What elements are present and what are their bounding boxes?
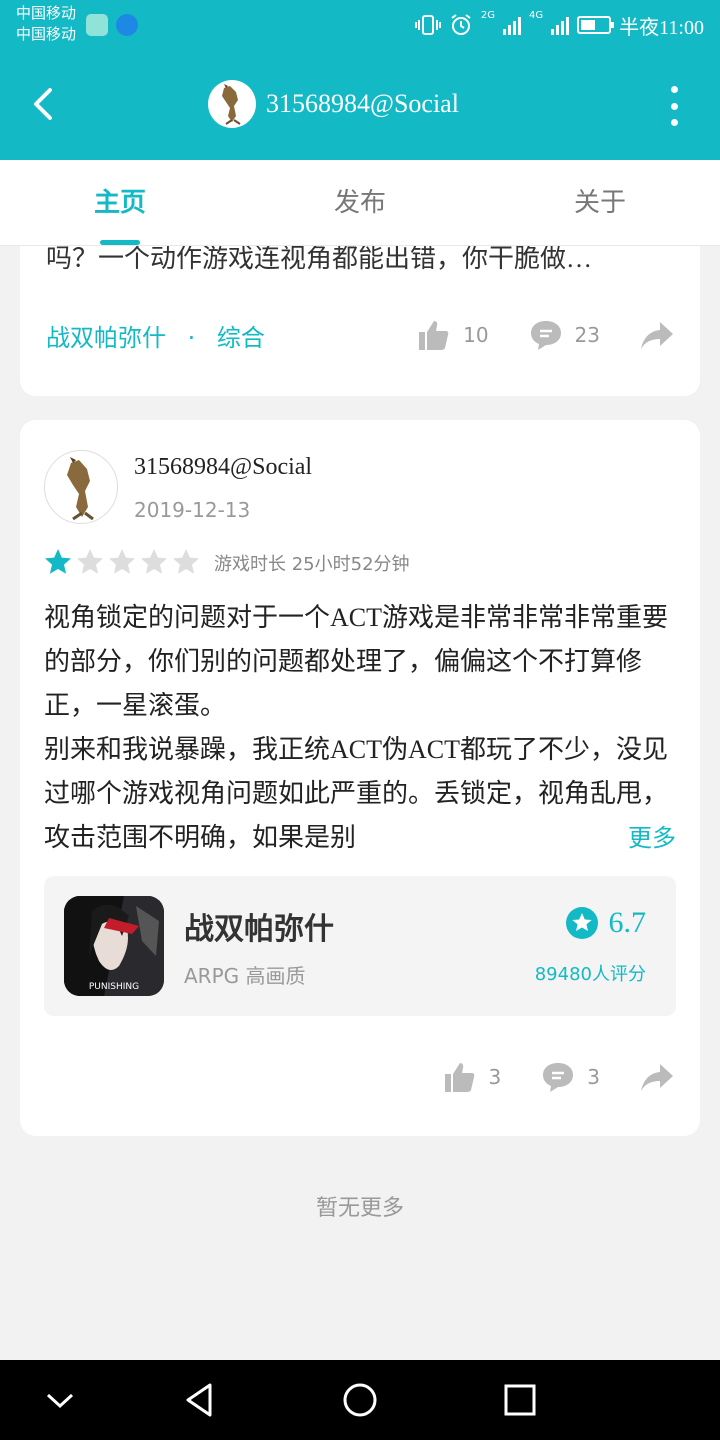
comment-icon[interactable]	[541, 1060, 575, 1094]
tab-home[interactable]: 主页	[0, 160, 240, 245]
battery-icon	[577, 16, 615, 34]
vibrate-icon	[414, 15, 441, 35]
game-name-link[interactable]: 战双帕弥什	[46, 324, 166, 352]
game-card[interactable]: PUNISHING 战双帕弥什 ARPG 高画质 6.7 89480人评分	[44, 876, 676, 1016]
game-name[interactable]: 战双帕弥什	[184, 904, 334, 948]
like-count: 3	[488, 1065, 502, 1089]
share-icon[interactable]	[640, 318, 674, 352]
page-title: 31568984@Social	[266, 89, 459, 118]
star-empty-icon	[77, 549, 103, 574]
nav-back-icon[interactable]	[180, 1380, 220, 1420]
star-empty-icon	[141, 549, 167, 574]
star-filled-icon	[45, 549, 71, 574]
tab-posts[interactable]: 发布	[240, 160, 480, 245]
carrier-label-1: 中国移动	[16, 4, 77, 22]
game-rating: 6.7	[565, 906, 647, 940]
clock: 半夜11:00	[619, 16, 704, 39]
author-avatar[interactable]	[44, 450, 118, 524]
review-card[interactable]: 31568984@Social 2019-12-13 游戏时长 25小时52分钟…	[20, 420, 700, 1136]
back-icon[interactable]	[24, 82, 68, 126]
post-actions: 10 23	[417, 318, 674, 352]
like-icon[interactable]	[417, 318, 451, 352]
author-name[interactable]: 31568984@Social	[134, 454, 312, 481]
horse-avatar-icon	[222, 84, 241, 125]
network-type-1: 2G	[480, 10, 496, 21]
comment-count: 3	[587, 1065, 600, 1089]
game-category-link[interactable]: 战双帕弥什 · 综合	[46, 318, 265, 353]
app-bar: 31568984@Social	[0, 52, 720, 160]
horse-avatar-icon	[67, 457, 94, 521]
shield-icon	[116, 14, 138, 36]
comment-count: 23	[574, 323, 600, 347]
no-more-label: 暂无更多	[315, 1196, 404, 1221]
review-text[interactable]: 视角锁定的问题对于一个ACT游戏是非常非常非常重要的部分，你们别的问题都处理了，…	[44, 596, 678, 860]
star-rating	[44, 548, 200, 576]
tag-separator: ·	[187, 324, 196, 352]
game-score: 6.7	[608, 906, 647, 939]
review-date: 2019-12-13	[134, 498, 251, 522]
game-genre-tags: ARPG 高画质	[184, 964, 306, 988]
tab-bar: 主页 发布 关于	[0, 160, 720, 246]
star-badge-icon	[565, 907, 598, 939]
nav-home-icon[interactable]	[340, 1380, 380, 1420]
alarm-icon	[451, 14, 471, 35]
system-nav-bar	[0, 1360, 720, 1440]
like-count: 10	[463, 323, 489, 347]
status-icons: 2G 4G 半夜11:00	[414, 10, 704, 40]
comment-icon[interactable]	[529, 318, 563, 352]
more-link[interactable]: 更多	[598, 816, 676, 860]
network-type-2: 4G	[529, 10, 544, 21]
game-icon-text: PUNISHING	[89, 982, 139, 992]
signal-icon-1	[503, 15, 522, 35]
playtime: 游戏时长 25小时52分钟	[214, 554, 410, 575]
more-options-icon[interactable]	[668, 86, 680, 126]
category-link[interactable]: 综合	[217, 324, 265, 352]
signal-icon-2	[551, 15, 570, 35]
review-actions: 3 3	[443, 1060, 674, 1094]
chevron-down-icon[interactable]	[40, 1380, 80, 1420]
game-icon[interactable]: PUNISHING	[64, 896, 164, 996]
rating-count: 89480人评分	[534, 964, 646, 985]
avatar[interactable]	[208, 80, 256, 128]
profile-header[interactable]: 31568984@Social	[208, 80, 459, 128]
status-bar: 中国移动 中国移动 2G 4G 半夜11:00	[0, 0, 720, 52]
huawei-app-icon	[86, 14, 108, 36]
like-icon[interactable]	[443, 1060, 477, 1094]
carrier-label-2: 中国移动	[16, 25, 77, 43]
share-icon[interactable]	[640, 1060, 674, 1094]
star-empty-icon	[173, 549, 199, 574]
nav-recents-icon[interactable]	[500, 1380, 540, 1420]
star-empty-icon	[109, 549, 135, 574]
tab-about[interactable]: 关于	[480, 160, 720, 245]
game-artwork-icon: PUNISHING	[64, 896, 164, 996]
